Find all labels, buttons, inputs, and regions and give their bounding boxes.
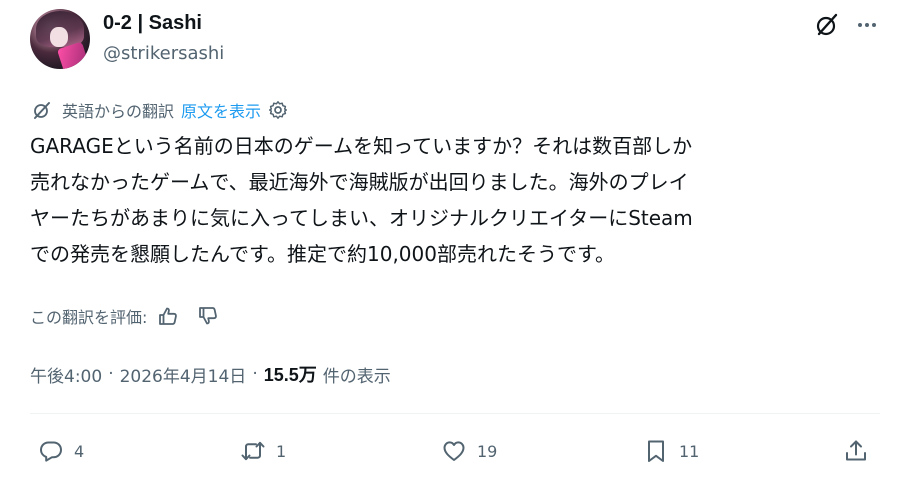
show-original-link[interactable]: 原文を表示 <box>181 98 261 122</box>
tweet-text-line: GARAGEという名前の日本のゲームを知っていますか？それは数百部しか <box>30 134 693 158</box>
meta-separator: · <box>252 364 258 384</box>
reply-icon <box>40 441 62 462</box>
views-label: 件の表示 <box>322 366 391 387</box>
author-handle[interactable]: @strikersashi <box>103 43 224 64</box>
thumbs-down-icon[interactable] <box>197 305 219 327</box>
bookmark-button[interactable]: 11 <box>643 437 699 465</box>
repost-count: 1 <box>276 441 287 461</box>
meta-separator: · <box>108 364 114 384</box>
rate-translation-row: この翻訳を評価: <box>30 303 219 329</box>
tweet-text: GARAGEという名前の日本のゲームを知っていますか？それは数百部しか 売れなか… <box>30 128 880 272</box>
reply-button[interactable]: 4 <box>38 437 84 465</box>
more-icon[interactable] <box>855 13 879 37</box>
gear-icon[interactable] <box>268 100 288 120</box>
repost-button[interactable]: 1 <box>240 437 286 465</box>
bookmark-count: 11 <box>679 441 700 461</box>
tweet-meta: 午後4:00 · 2026年4月14日 · 15.5万 件の表示 <box>30 361 391 387</box>
grok-icon[interactable] <box>814 12 840 38</box>
thumbs-up-icon[interactable] <box>157 305 179 327</box>
tweet-text-line: 売れなかったゲームで、最近海外で海賊版が出回りました。海外のプレイ <box>30 170 689 194</box>
repost-icon <box>241 441 265 461</box>
avatar[interactable] <box>30 9 90 69</box>
tweet-time[interactable]: 午後4:00 <box>30 362 102 387</box>
translate-icon <box>34 102 50 119</box>
reply-count: 4 <box>74 441 85 461</box>
translation-row: 英語からの翻訳 原文を表示 <box>32 98 288 122</box>
divider <box>30 413 880 414</box>
tweet-text-line: での発売を懇願したんです。推定で約10,000部売れたそうです。 <box>30 242 615 266</box>
like-button[interactable]: 19 <box>441 437 497 465</box>
bookmark-icon <box>648 440 664 462</box>
tweet-date[interactable]: 2026年4月14日 <box>120 362 247 387</box>
tweet-text-line: ヤーたちがあまりに気に入ってしまい、オリジナルクリエイターにSteam <box>30 206 693 230</box>
like-count: 19 <box>477 441 498 461</box>
heart-icon <box>443 441 465 461</box>
rate-translation-label: この翻訳を評価: <box>30 308 148 327</box>
views-count: 15.5万 <box>263 365 317 385</box>
share-icon <box>846 440 866 461</box>
avatar-face <box>50 27 68 47</box>
author-display-name[interactable]: 0-2 | Sashi <box>103 12 202 35</box>
translation-label: 英語からの翻訳 <box>62 102 175 121</box>
share-button[interactable] <box>843 437 869 465</box>
